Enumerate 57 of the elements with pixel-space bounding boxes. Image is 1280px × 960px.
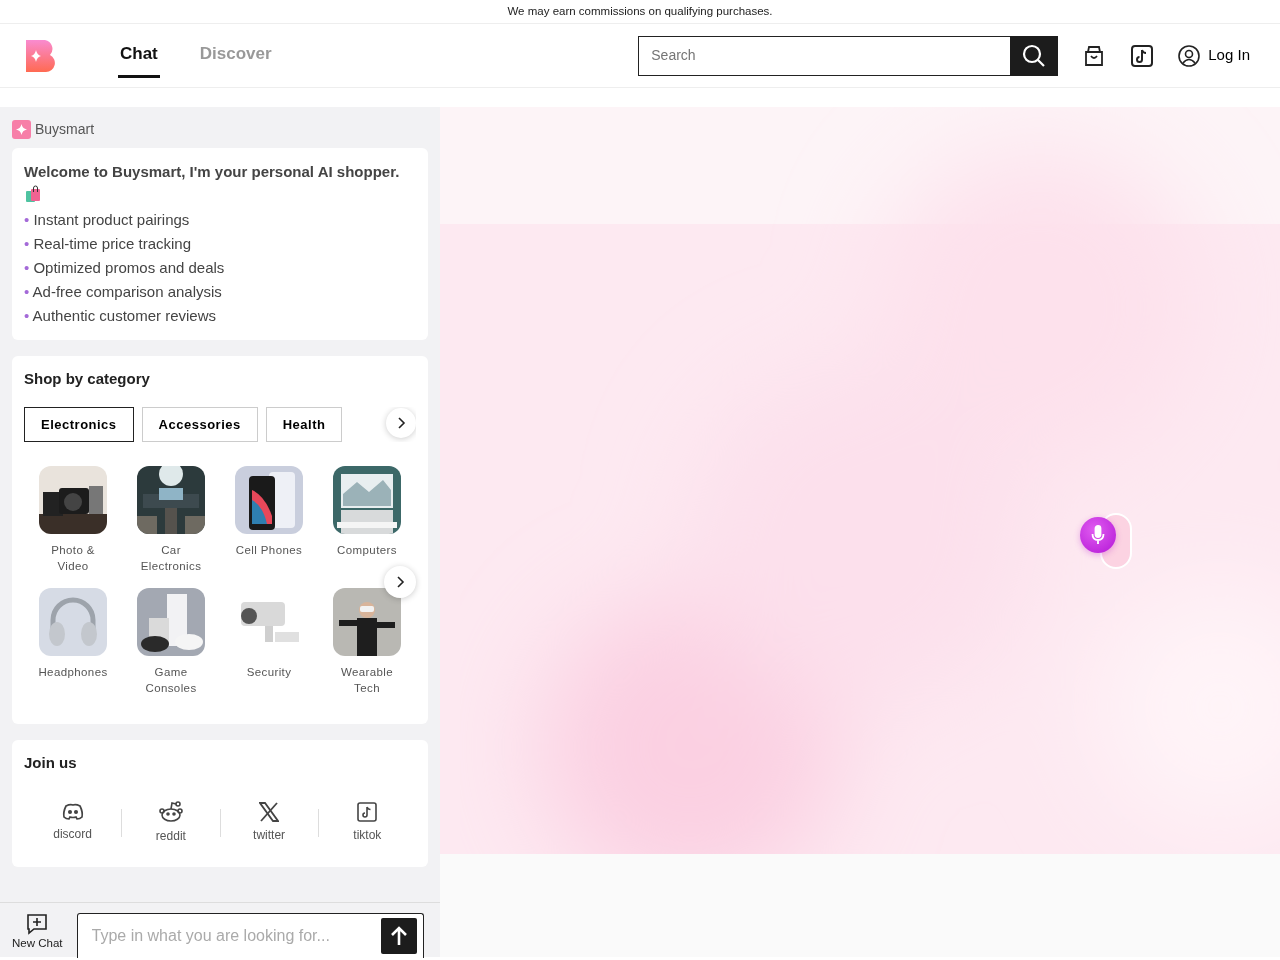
next-arrow-button[interactable]	[386, 407, 416, 438]
next-arrow-button[interactable]	[384, 566, 416, 598]
send-button[interactable]	[381, 918, 417, 954]
social-link[interactable]: reddit	[122, 800, 220, 845]
category-item[interactable]: Security	[220, 588, 318, 696]
category-label: Photo & Video	[50, 543, 96, 574]
section-title: Join us	[24, 753, 78, 773]
category-label: Security	[245, 665, 293, 680]
new-chat-button[interactable]: New Chat	[12, 913, 63, 953]
category-item[interactable]: Computers	[318, 466, 416, 574]
category-tab[interactable]: Electronics	[24, 406, 134, 442]
category-tab[interactable]: Health	[265, 406, 343, 442]
x-icon	[259, 801, 280, 822]
microphone-icon	[1091, 525, 1105, 545]
search-field[interactable]: Search	[638, 35, 1011, 76]
arrow-up-icon	[390, 926, 408, 946]
commission-notice: We may earn commissions on qualifying purchases.	[507, 3, 773, 19]
logo[interactable]	[26, 39, 56, 72]
category-label: Car Electronics	[139, 543, 203, 574]
category-item[interactable]: Photo & Video	[24, 466, 122, 574]
category-label: Cell Phones	[234, 543, 304, 558]
feature-item: • Real-time price tracking	[24, 234, 192, 254]
login-button[interactable]: Log In	[1178, 44, 1250, 67]
tiktok-icon[interactable]	[1130, 43, 1155, 68]
category-label: Computers	[336, 543, 398, 558]
brand-logo	[12, 120, 31, 139]
reddit-icon	[158, 800, 183, 823]
category-label: Headphones	[37, 665, 109, 680]
search-icon	[1022, 43, 1047, 68]
category-item[interactable]: Cell Phones	[220, 466, 318, 574]
discord-icon	[61, 802, 84, 821]
search-button[interactable]	[1010, 35, 1059, 76]
shopping-bags-icon	[24, 185, 42, 203]
chevron-right-icon	[395, 576, 405, 588]
feature-item: • Instant product pairings	[24, 210, 191, 230]
social-link[interactable]: discord	[24, 802, 122, 843]
category-tab[interactable]: Accessories	[141, 406, 258, 442]
category-label: Wearable Tech	[339, 665, 395, 696]
social-link[interactable]: twitter	[220, 801, 318, 844]
feature-item: • Authentic customer reviews	[24, 306, 217, 326]
category-item[interactable]: Wearable Tech	[318, 588, 416, 696]
welcome-message: Welcome to Buysmart, I'm your personal AI shopper.	[24, 160, 416, 208]
category-label: Game Consoles	[144, 665, 198, 696]
feature-item: • Ad-free comparison analysis	[24, 282, 223, 302]
chat-field[interactable]: Type in what you are looking for...	[76, 913, 424, 958]
section-title: Shop by category	[24, 369, 151, 389]
new-chat-icon	[26, 913, 49, 935]
nav-tab[interactable]: Chat	[118, 33, 160, 78]
chevron-right-icon	[396, 416, 406, 429]
tiktok-icon	[357, 801, 378, 822]
category-item[interactable]: Game Consoles	[122, 588, 220, 696]
category-item[interactable]: Headphones	[24, 588, 122, 696]
user-icon	[1178, 44, 1201, 67]
brand-name: Buysmart	[35, 120, 95, 139]
social-link[interactable]: tiktok	[318, 801, 416, 844]
feature-item: • Optimized promos and deals	[24, 258, 226, 278]
category-item[interactable]: Car Electronics	[122, 466, 220, 574]
